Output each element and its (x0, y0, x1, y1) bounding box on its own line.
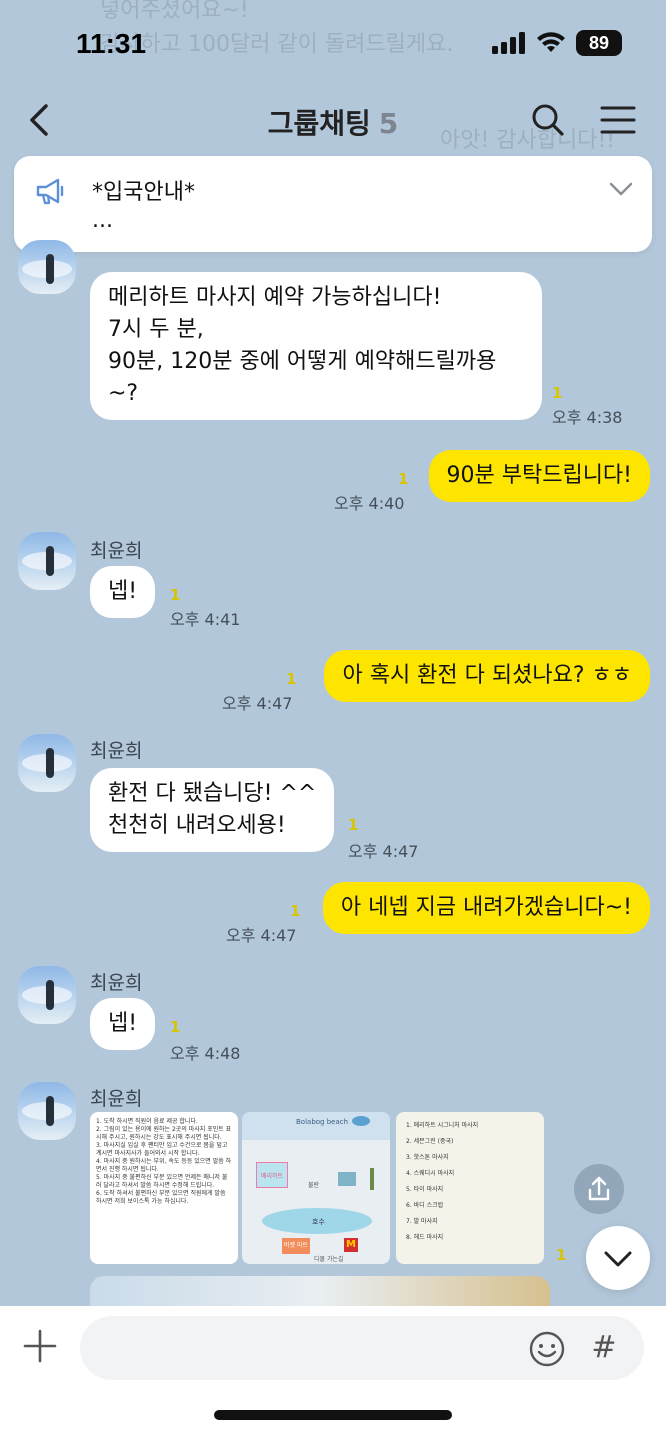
message-bubble-incoming[interactable]: 메리하트 마사지 예약 가능하십니다! 7시 두 분, 90분, 120분 중에… (90, 272, 542, 420)
notice-title: *입국안내* (92, 180, 195, 205)
price-list-row: 8. 헤드 마사지 (406, 1234, 444, 1241)
price-list-row: 6. 바디 스크럽 (406, 1202, 444, 1209)
image-attachment-price-list[interactable]: 1. 메리하트 시그니처 마사지 2. 세븐그린 (중국) 3. 핫스톤 마사지… (396, 1112, 544, 1264)
whale-icon (352, 1116, 370, 1126)
avatar[interactable] (18, 734, 76, 792)
message-bubble-incoming[interactable]: 환전 다 됐습니당! ^^ 천천히 내려오세용! (90, 768, 335, 852)
plus-icon[interactable] (22, 1328, 58, 1364)
sender-name: 최윤희 (90, 1088, 143, 1110)
hash-icon[interactable]: # (584, 1328, 624, 1368)
message-time: 오후 4:41 (170, 610, 241, 629)
unread-count: 1 (348, 816, 359, 834)
avatar[interactable] (18, 532, 76, 590)
unread-count: 1 (170, 1018, 181, 1036)
megaphone-icon (36, 178, 64, 205)
unread-count: 1 (290, 902, 301, 920)
message-time: 오후 4:38 (552, 408, 623, 427)
sender-name: 최윤희 (90, 740, 143, 762)
map-sky (242, 1112, 390, 1140)
map-label: 메리하트 (256, 1162, 288, 1188)
map-label: 불란 (308, 1182, 320, 1189)
status-bar: 11:31 89 (0, 0, 666, 90)
message-bubble-incoming[interactable]: 넵! (90, 566, 156, 618)
image-attachment-document[interactable]: 1. 도착 하시면 직원이 음료 제공 합니다. 2. 그림이 있는 용이에 원… (90, 1112, 238, 1264)
building-icon (338, 1172, 356, 1186)
search-icon[interactable] (528, 98, 568, 142)
unread-count: 1 (170, 586, 181, 604)
emoji-icon[interactable] (528, 1330, 566, 1368)
price-list: 1. 메리하트 시그니처 마사지 2. 세븐그린 (중국) 3. 핫스톤 마사지… (406, 1118, 534, 1246)
share-button[interactable] (574, 1164, 624, 1214)
chevron-down-icon (604, 1251, 632, 1267)
chevron-down-icon[interactable] (608, 176, 634, 202)
price-list-row: 5. 타이 마사지 (406, 1186, 444, 1193)
menu-icon[interactable] (598, 100, 638, 140)
message-time: 오후 4:40 (334, 494, 405, 513)
sender-name: 최윤희 (90, 972, 143, 994)
message-time: 오후 4:48 (170, 1044, 241, 1063)
image-attachment-map[interactable]: Bolabog beach 호수 메리하트 불란 버젯 마트 M 디몰 가는길 (242, 1112, 390, 1264)
price-list-row: 4. 스웨디시 마사지 (406, 1170, 455, 1177)
avatar[interactable] (18, 1082, 76, 1140)
message-time: 오후 4:47 (222, 694, 293, 713)
price-list-row: 1. 메리하트 시그니처 마사지 (406, 1122, 479, 1129)
message-input-container: # (80, 1316, 644, 1380)
map-label: 버젯 마트 (282, 1238, 310, 1254)
message-time: 오후 4:47 (348, 842, 419, 861)
notice-preview: ... (92, 208, 113, 233)
notice-banner[interactable]: *입국안내* ... (14, 156, 652, 252)
mcdonalds-icon: M (344, 1238, 358, 1252)
price-list-row: 7. 발 마사지 (406, 1218, 438, 1225)
price-list-row: 2. 세븐그린 (중국) (406, 1138, 454, 1145)
status-icons: 89 (492, 30, 622, 56)
document-text: 1. 도착 하시면 직원이 음료 제공 합니다. 2. 그림이 있는 용이에 원… (96, 1118, 232, 1205)
image-attachment-photo[interactable] (90, 1276, 550, 1306)
message-bubble-outgoing[interactable]: 아 네넵 지금 내려가겠습니다~! (322, 882, 650, 934)
message-bubble-incoming[interactable]: 넵! (90, 998, 156, 1050)
unread-count: 1 (552, 384, 563, 402)
signal-icon (492, 32, 525, 54)
price-list-row: 3. 핫스톤 마사지 (406, 1154, 449, 1161)
message-time: 오후 4:47 (226, 926, 297, 945)
unread-count: 1 (556, 1246, 567, 1264)
status-time: 11:31 (76, 28, 147, 59)
battery-indicator: 89 (576, 30, 622, 56)
avatar[interactable] (18, 966, 76, 1024)
unread-count: 1 (398, 470, 409, 488)
scroll-to-bottom-button[interactable] (586, 1226, 650, 1290)
chat-title-text: 그룹채팅 (267, 107, 371, 140)
chat-header: 그룹채팅 5 (0, 90, 666, 152)
home-indicator (214, 1410, 452, 1420)
map-label: 디몰 가는길 (314, 1256, 344, 1263)
message-bubble-outgoing[interactable]: 아 혹시 환전 다 되셨나요? ㅎㅎ (324, 650, 650, 702)
map-label: 호수 (312, 1218, 325, 1226)
member-count: 5 (378, 107, 399, 140)
palm-tree-icon (370, 1168, 374, 1190)
message-input[interactable] (100, 1330, 520, 1366)
sender-name: 최윤희 (90, 540, 143, 562)
unread-count: 1 (286, 670, 297, 688)
message-input-bar: # (0, 1306, 666, 1440)
map-title: Bolabog beach (296, 1118, 349, 1126)
avatar[interactable] (18, 240, 76, 294)
wifi-icon (537, 32, 565, 52)
share-icon (588, 1176, 610, 1201)
message-bubble-outgoing[interactable]: 90분 부탁드립니다! (428, 450, 650, 502)
